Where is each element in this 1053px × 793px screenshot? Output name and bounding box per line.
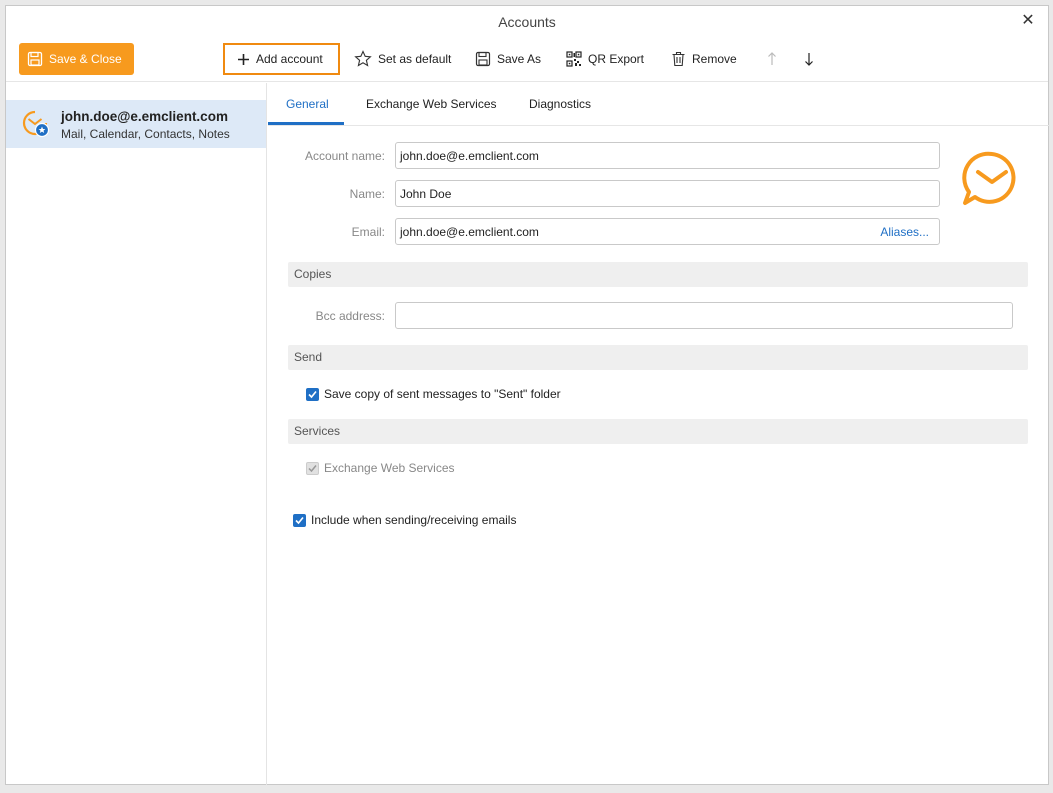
bcc-label: Bcc address: <box>315 309 385 323</box>
aliases-link[interactable]: Aliases... <box>880 225 929 239</box>
save-as-button[interactable]: Save As <box>475 43 541 75</box>
emclient-logo-icon <box>962 151 1016 205</box>
account-email: john.doe@e.emclient.com <box>61 109 228 124</box>
save-as-label: Save As <box>497 52 542 66</box>
save-copy-checkbox[interactable] <box>306 387 319 401</box>
trash-icon <box>672 51 685 67</box>
account-name-field[interactable]: john.doe@e.emclient.com <box>395 142 940 169</box>
name-label: Name: <box>349 187 385 201</box>
save-icon <box>475 51 491 67</box>
tab-bar: General Exchange Web Services Diagnostic… <box>268 83 1050 126</box>
name-field[interactable]: John Doe <box>395 180 940 207</box>
add-account-button[interactable]: Add account <box>223 43 340 75</box>
add-account-label: Add account <box>256 52 323 66</box>
tab-general[interactable]: General <box>286 97 329 111</box>
title-bar: Accounts ✕ <box>6 6 1048 38</box>
account-mail-icon <box>22 110 50 138</box>
copies-section-header: Copies <box>288 262 1028 287</box>
include-sending-label: Include when sending/receiving emails <box>311 513 517 527</box>
qr-code-icon <box>566 51 582 67</box>
toolbar: Save & Close Add account Set as default … <box>6 42 1048 82</box>
ews-service-checkbox <box>306 461 319 475</box>
tab-active-indicator <box>268 122 344 125</box>
checkmark-icon <box>308 464 317 472</box>
close-icon[interactable]: ✕ <box>1018 11 1038 31</box>
account-list: john.doe@e.emclient.com Mail, Calendar, … <box>6 83 267 785</box>
qr-export-button[interactable]: QR Export <box>566 43 644 75</box>
arrow-up-icon <box>768 52 776 65</box>
move-down-button[interactable] <box>804 43 814 75</box>
account-list-item[interactable]: john.doe@e.emclient.com Mail, Calendar, … <box>6 100 266 148</box>
tab-exchange-web-services[interactable]: Exchange Web Services <box>366 97 497 111</box>
set-default-button[interactable]: Set as default <box>354 43 451 75</box>
save-copy-label: Save copy of sent messages to "Sent" fol… <box>324 387 561 401</box>
email-label: Email: <box>351 225 385 239</box>
include-sending-checkbox[interactable] <box>293 513 306 527</box>
save-close-label: Save & Close <box>49 52 122 66</box>
accounts-window: Accounts ✕ Save & Close Add account Set … <box>5 5 1050 785</box>
services-section-header: Services <box>288 419 1028 444</box>
account-name-label: Account name: <box>304 149 385 163</box>
move-up-button[interactable] <box>767 43 777 75</box>
ews-service-option: Exchange Web Services <box>306 461 455 475</box>
qr-export-label: QR Export <box>588 52 645 66</box>
include-sending-option: Include when sending/receiving emails <box>293 513 516 527</box>
remove-button[interactable]: Remove <box>671 43 737 75</box>
plus-icon <box>238 53 249 65</box>
bcc-address-field[interactable] <box>395 302 1013 329</box>
account-services: Mail, Calendar, Contacts, Notes <box>61 127 230 141</box>
save-close-button[interactable]: Save & Close <box>19 43 134 75</box>
send-section-header: Send <box>288 345 1028 370</box>
save-icon <box>27 51 43 67</box>
set-default-label: Set as default <box>378 52 452 66</box>
ews-service-label: Exchange Web Services <box>324 461 455 475</box>
tab-diagnostics[interactable]: Diagnostics <box>529 97 591 111</box>
checkmark-icon <box>295 516 304 524</box>
email-value: john.doe@e.emclient.com <box>400 224 539 239</box>
save-copy-option: Save copy of sent messages to "Sent" fol… <box>306 387 561 401</box>
window-title: Accounts <box>498 14 556 30</box>
arrow-down-icon <box>805 53 813 66</box>
email-field[interactable]: john.doe@e.emclient.com Aliases... <box>395 218 940 245</box>
star-icon <box>354 50 372 67</box>
remove-label: Remove <box>692 52 737 66</box>
checkmark-icon <box>308 390 317 398</box>
